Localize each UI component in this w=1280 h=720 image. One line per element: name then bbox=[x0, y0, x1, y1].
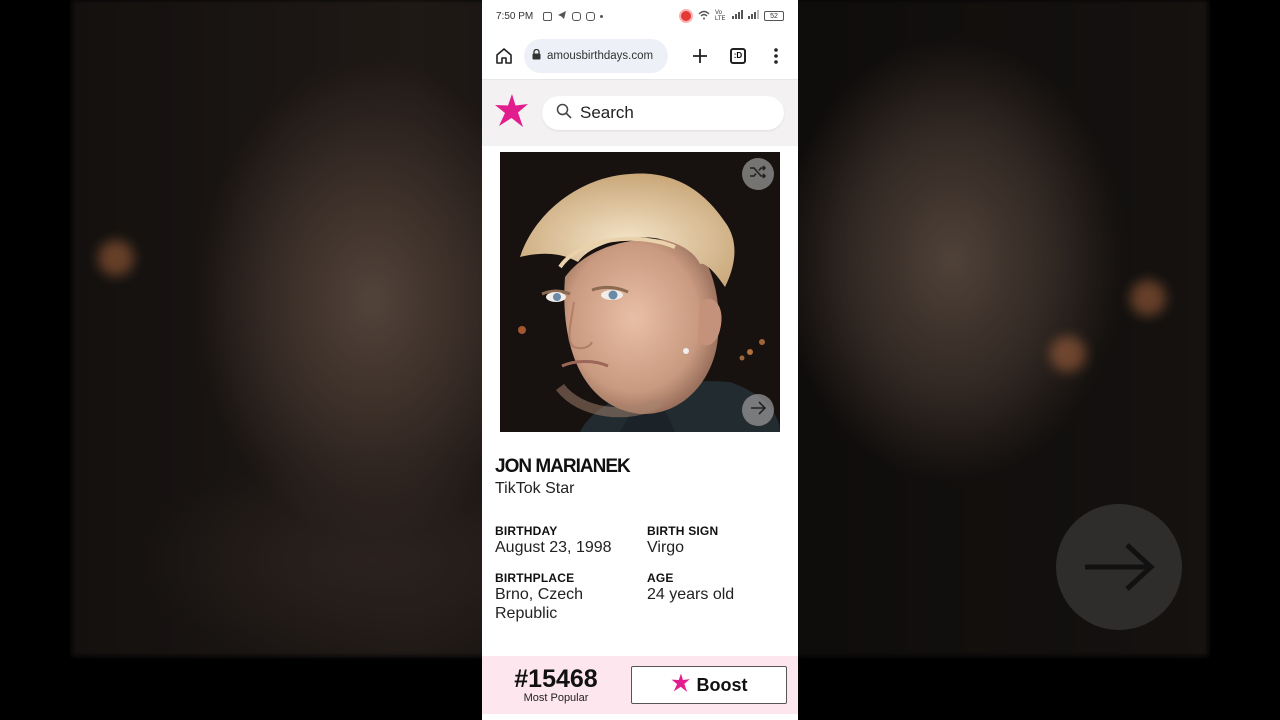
bokeh-light bbox=[1050, 336, 1086, 372]
battery-icon: 52 bbox=[764, 11, 784, 21]
background-next-arrow-icon bbox=[1056, 504, 1182, 630]
birthday-value[interactable]: August 23, 1998 bbox=[495, 538, 635, 557]
age-value: 24 years old bbox=[647, 586, 735, 603]
search-icon bbox=[556, 103, 572, 124]
birthplace-label: BIRTHPLACE bbox=[495, 571, 575, 585]
shuffle-button[interactable] bbox=[742, 158, 774, 190]
birthday-label: BIRTHDAY bbox=[495, 524, 558, 538]
search-placeholder: Search bbox=[580, 103, 634, 122]
bokeh-light bbox=[1130, 280, 1166, 316]
birth-sign-block: BIRTH SIGN Virgo bbox=[647, 524, 787, 557]
address-bar[interactable]: amousbirthdays.com bbox=[524, 38, 668, 73]
tab-switcher-button[interactable]: :D bbox=[730, 47, 746, 64]
age-block: AGE 24 years old bbox=[647, 571, 787, 604]
wifi-icon bbox=[698, 10, 710, 23]
url-text: amousbirthdays.com bbox=[547, 49, 654, 62]
status-bar: 7:50 PM Vo LTE 52 bbox=[482, 0, 798, 32]
famous-birthdays-star-logo-icon[interactable] bbox=[494, 93, 530, 134]
instagram-icon bbox=[572, 11, 582, 21]
boost-button[interactable]: Boost bbox=[631, 666, 787, 704]
rank-block[interactable]: #15468 Most Popular bbox=[482, 666, 630, 704]
arrow-right-icon bbox=[750, 400, 767, 420]
screen-record-icon bbox=[679, 9, 693, 23]
more-notifications-icon bbox=[600, 14, 604, 18]
birthplace-value[interactable]: Brno, Czech Republic bbox=[495, 585, 615, 623]
birth-sign-value[interactable]: Virgo bbox=[647, 538, 787, 557]
home-icon[interactable] bbox=[492, 44, 516, 68]
shuffle-icon bbox=[749, 164, 767, 184]
notification-icon bbox=[543, 11, 553, 21]
profile-photo bbox=[500, 152, 780, 432]
video-frame: 7:50 PM Vo LTE 52 amousbirthdays.com:D … bbox=[0, 0, 1280, 720]
site-header: Search bbox=[482, 80, 798, 146]
profession-link[interactable]: TikTok Star bbox=[495, 480, 574, 498]
bokeh-light bbox=[98, 240, 134, 276]
lock-icon bbox=[532, 47, 541, 65]
age-label: AGE bbox=[647, 571, 674, 585]
birthplace-block: BIRTHPLACE Brno, Czech Republic bbox=[495, 571, 615, 623]
rank-label: Most Popular bbox=[523, 692, 589, 704]
birthday-block: BIRTHDAY August 23, 1998 bbox=[495, 524, 635, 557]
next-photo-button[interactable] bbox=[742, 394, 774, 426]
birth-sign-label: BIRTH SIGN bbox=[647, 524, 719, 538]
popularity-bar: #15468 Most Popular Boost bbox=[482, 656, 798, 714]
boost-label: Boost bbox=[696, 674, 748, 695]
celebrity-name: JON MARIANEK bbox=[495, 456, 631, 477]
telegram-icon bbox=[557, 10, 567, 23]
star-icon bbox=[671, 673, 691, 698]
signal-icon bbox=[732, 10, 743, 22]
search-box[interactable]: Search bbox=[542, 96, 784, 130]
instagram-icon bbox=[586, 11, 596, 21]
network-type: Vo LTE bbox=[715, 10, 726, 22]
more-menu-icon[interactable] bbox=[764, 44, 788, 68]
phone-screen: 7:50 PM Vo LTE 52 amousbirthdays.com:D … bbox=[482, 0, 798, 720]
status-time: 7:50 PM bbox=[496, 10, 534, 22]
rank-number: #15468 bbox=[514, 665, 598, 693]
signal-icon bbox=[748, 10, 759, 22]
new-tab-icon[interactable] bbox=[688, 44, 712, 68]
browser-toolbar: amousbirthdays.com :D bbox=[482, 32, 798, 80]
